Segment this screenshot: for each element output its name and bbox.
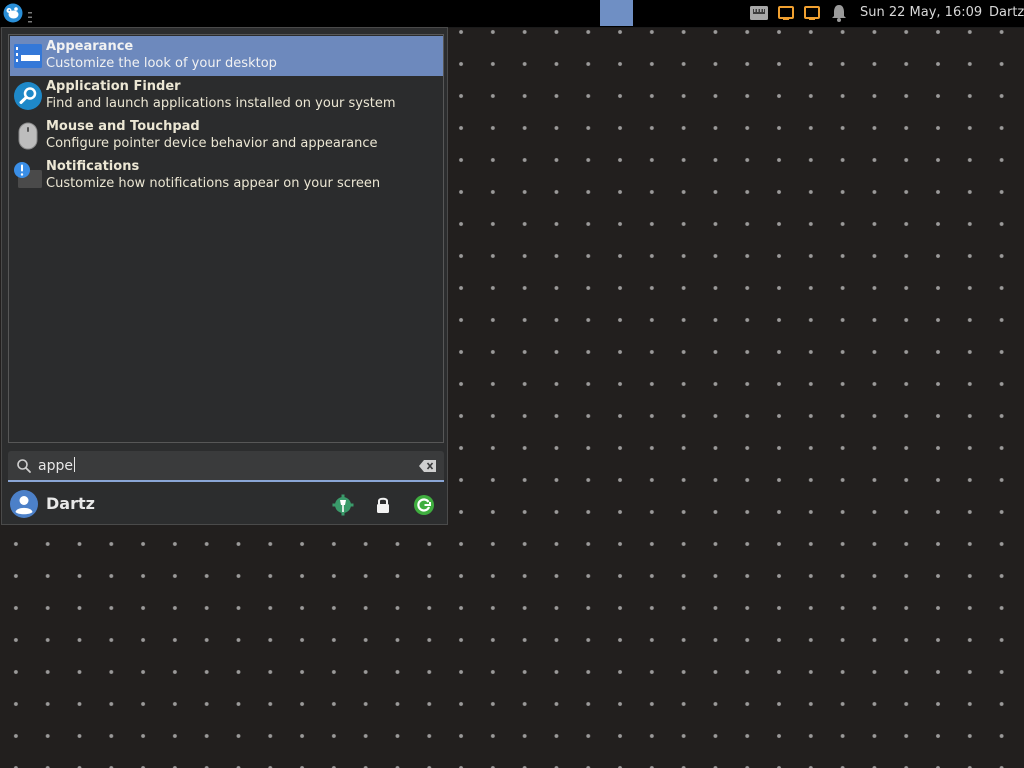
notification-bell-icon: [832, 5, 846, 22]
log-out-button[interactable]: [412, 493, 436, 517]
log-out-icon: [414, 495, 434, 515]
window-icon: [778, 6, 794, 20]
settings-manager-button[interactable]: [331, 493, 355, 517]
result-description: Find and launch applications installed o…: [46, 96, 396, 111]
panel-handle[interactable]: [27, 8, 33, 23]
network-tray-item[interactable]: [748, 3, 770, 23]
result-title: Mouse and Touchpad: [46, 119, 200, 134]
window-tray-item-2[interactable]: [801, 3, 823, 23]
result-description: Customize the look of your desktop: [46, 56, 277, 71]
result-title: Notifications: [46, 159, 140, 174]
mouse-icon: [18, 122, 38, 150]
search-input-value[interactable]: appe: [38, 457, 75, 474]
search-results-list: Appearance Customize the look of your de…: [8, 34, 444, 443]
user-avatar: [10, 490, 38, 518]
result-notifications[interactable]: Notifications Customize how notification…: [10, 156, 443, 196]
workspace-switcher-active[interactable]: [600, 0, 633, 26]
result-description: Configure pointer device behavior and ap…: [46, 136, 378, 151]
notification-tray-item[interactable]: [828, 3, 850, 23]
window-tray-item-1[interactable]: [775, 3, 797, 23]
panel-user-name[interactable]: Dartz: [989, 5, 1024, 20]
result-title: Appearance: [46, 39, 134, 54]
xfce-mouse-icon: [3, 3, 23, 23]
footer-username: Dartz: [46, 494, 95, 513]
result-appearance[interactable]: Appearance Customize the look of your de…: [10, 36, 443, 76]
result-mouse-and-touchpad[interactable]: Mouse and Touchpad Configure pointer dev…: [10, 116, 443, 156]
app-finder-icon: [14, 82, 42, 110]
lock-screen-icon: [377, 497, 389, 513]
network-wired-icon: [750, 6, 768, 20]
search-input[interactable]: appe: [8, 451, 444, 482]
search-icon: [17, 459, 31, 473]
notifications-icon: [14, 162, 42, 188]
applications-menu: Appearance Customize the look of your de…: [1, 27, 448, 525]
window-icon: [804, 6, 820, 20]
top-panel: Sun 22 May, 16:09 Dartz: [0, 0, 1024, 28]
applications-menu-button[interactable]: [3, 3, 23, 23]
result-application-finder[interactable]: Application Finder Find and launch appli…: [10, 76, 443, 116]
lock-screen-button[interactable]: [371, 493, 395, 517]
appearance-icon: [14, 44, 42, 68]
result-description: Customize how notifications appear on yo…: [46, 176, 381, 191]
panel-clock[interactable]: Sun 22 May, 16:09: [860, 5, 982, 20]
clear-text-icon[interactable]: [419, 459, 437, 473]
settings-manager-icon: [332, 494, 354, 516]
result-title: Application Finder: [46, 79, 181, 94]
